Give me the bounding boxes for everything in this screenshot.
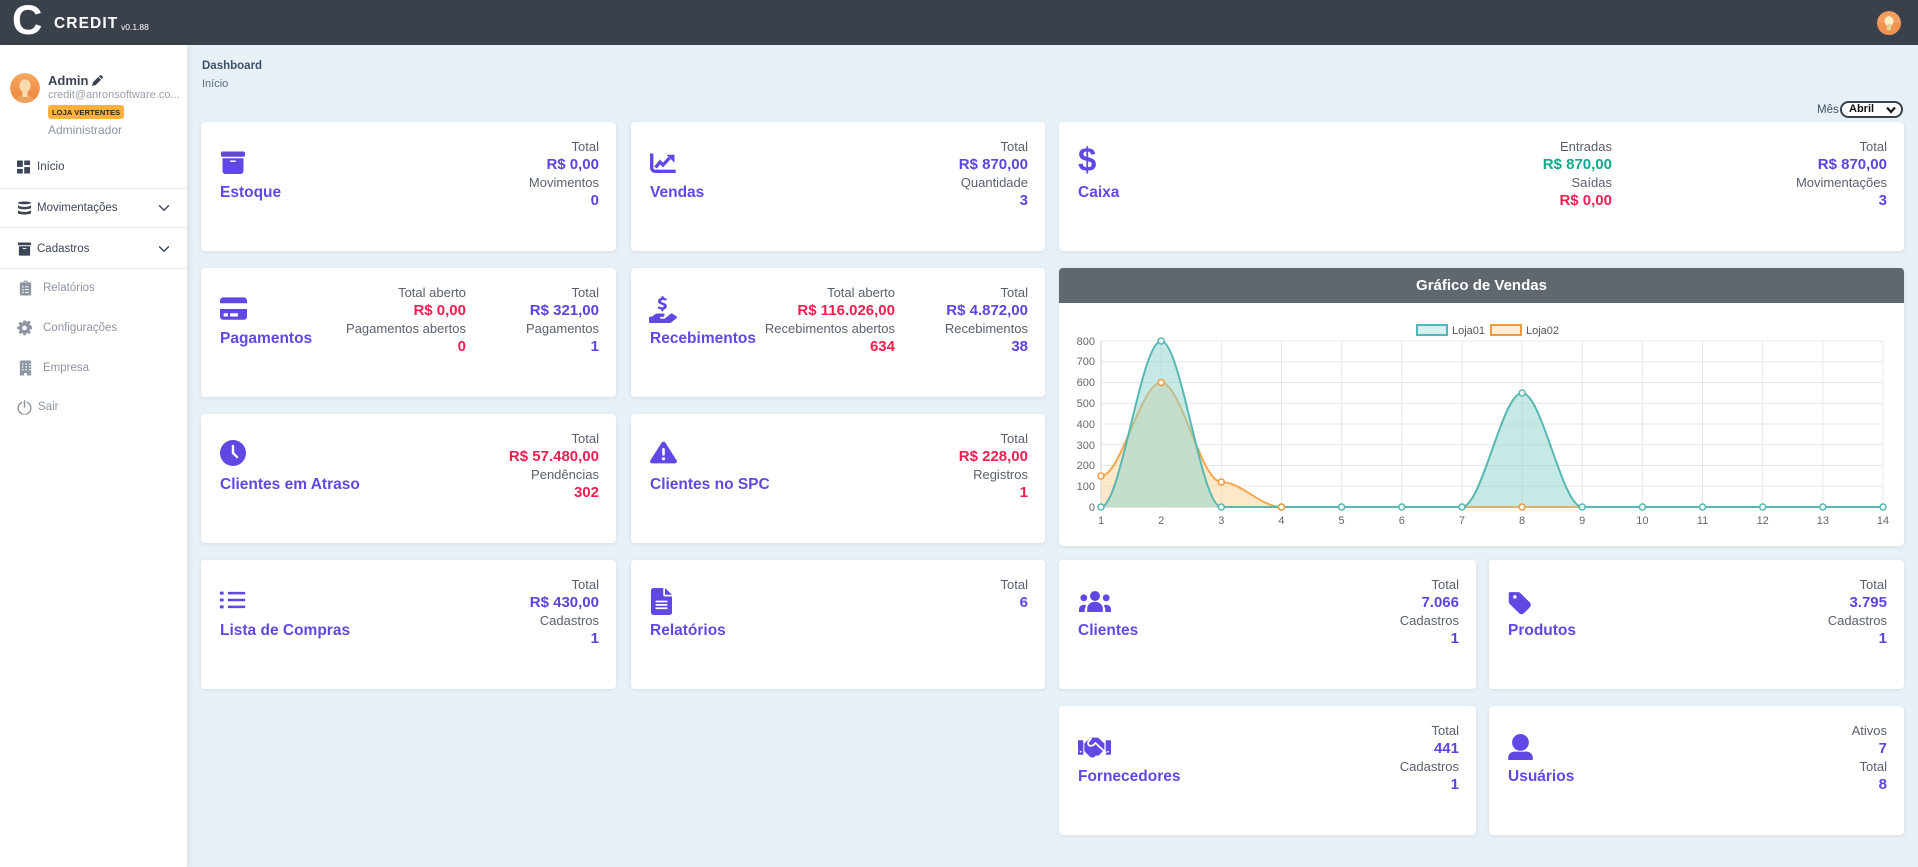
svg-text:11: 11 [1697,515,1708,527]
svg-text:12: 12 [1757,515,1769,527]
svg-text:Loja01: Loja01 [1452,325,1485,337]
svg-text:600: 600 [1077,377,1095,389]
svg-text:0: 0 [1089,502,1095,514]
svg-text:7: 7 [1459,515,1465,527]
svg-text:100: 100 [1077,481,1095,493]
svg-text:3: 3 [1218,515,1224,527]
svg-text:9: 9 [1579,515,1585,527]
svg-text:4: 4 [1278,515,1284,527]
svg-text:300: 300 [1077,440,1095,452]
svg-text:14: 14 [1877,515,1889,527]
svg-text:800: 800 [1077,336,1095,348]
svg-text:500: 500 [1077,398,1095,410]
svg-text:1: 1 [1098,515,1104,527]
svg-text:6: 6 [1399,515,1405,527]
svg-text:2: 2 [1158,515,1164,527]
svg-text:13: 13 [1817,515,1829,527]
svg-text:5: 5 [1339,515,1345,527]
svg-text:700: 700 [1077,356,1095,368]
svg-text:8: 8 [1519,515,1525,527]
svg-text:200: 200 [1077,460,1095,472]
svg-text:Loja02: Loja02 [1526,325,1559,337]
svg-text:400: 400 [1077,419,1095,431]
svg-text:10: 10 [1636,515,1648,527]
